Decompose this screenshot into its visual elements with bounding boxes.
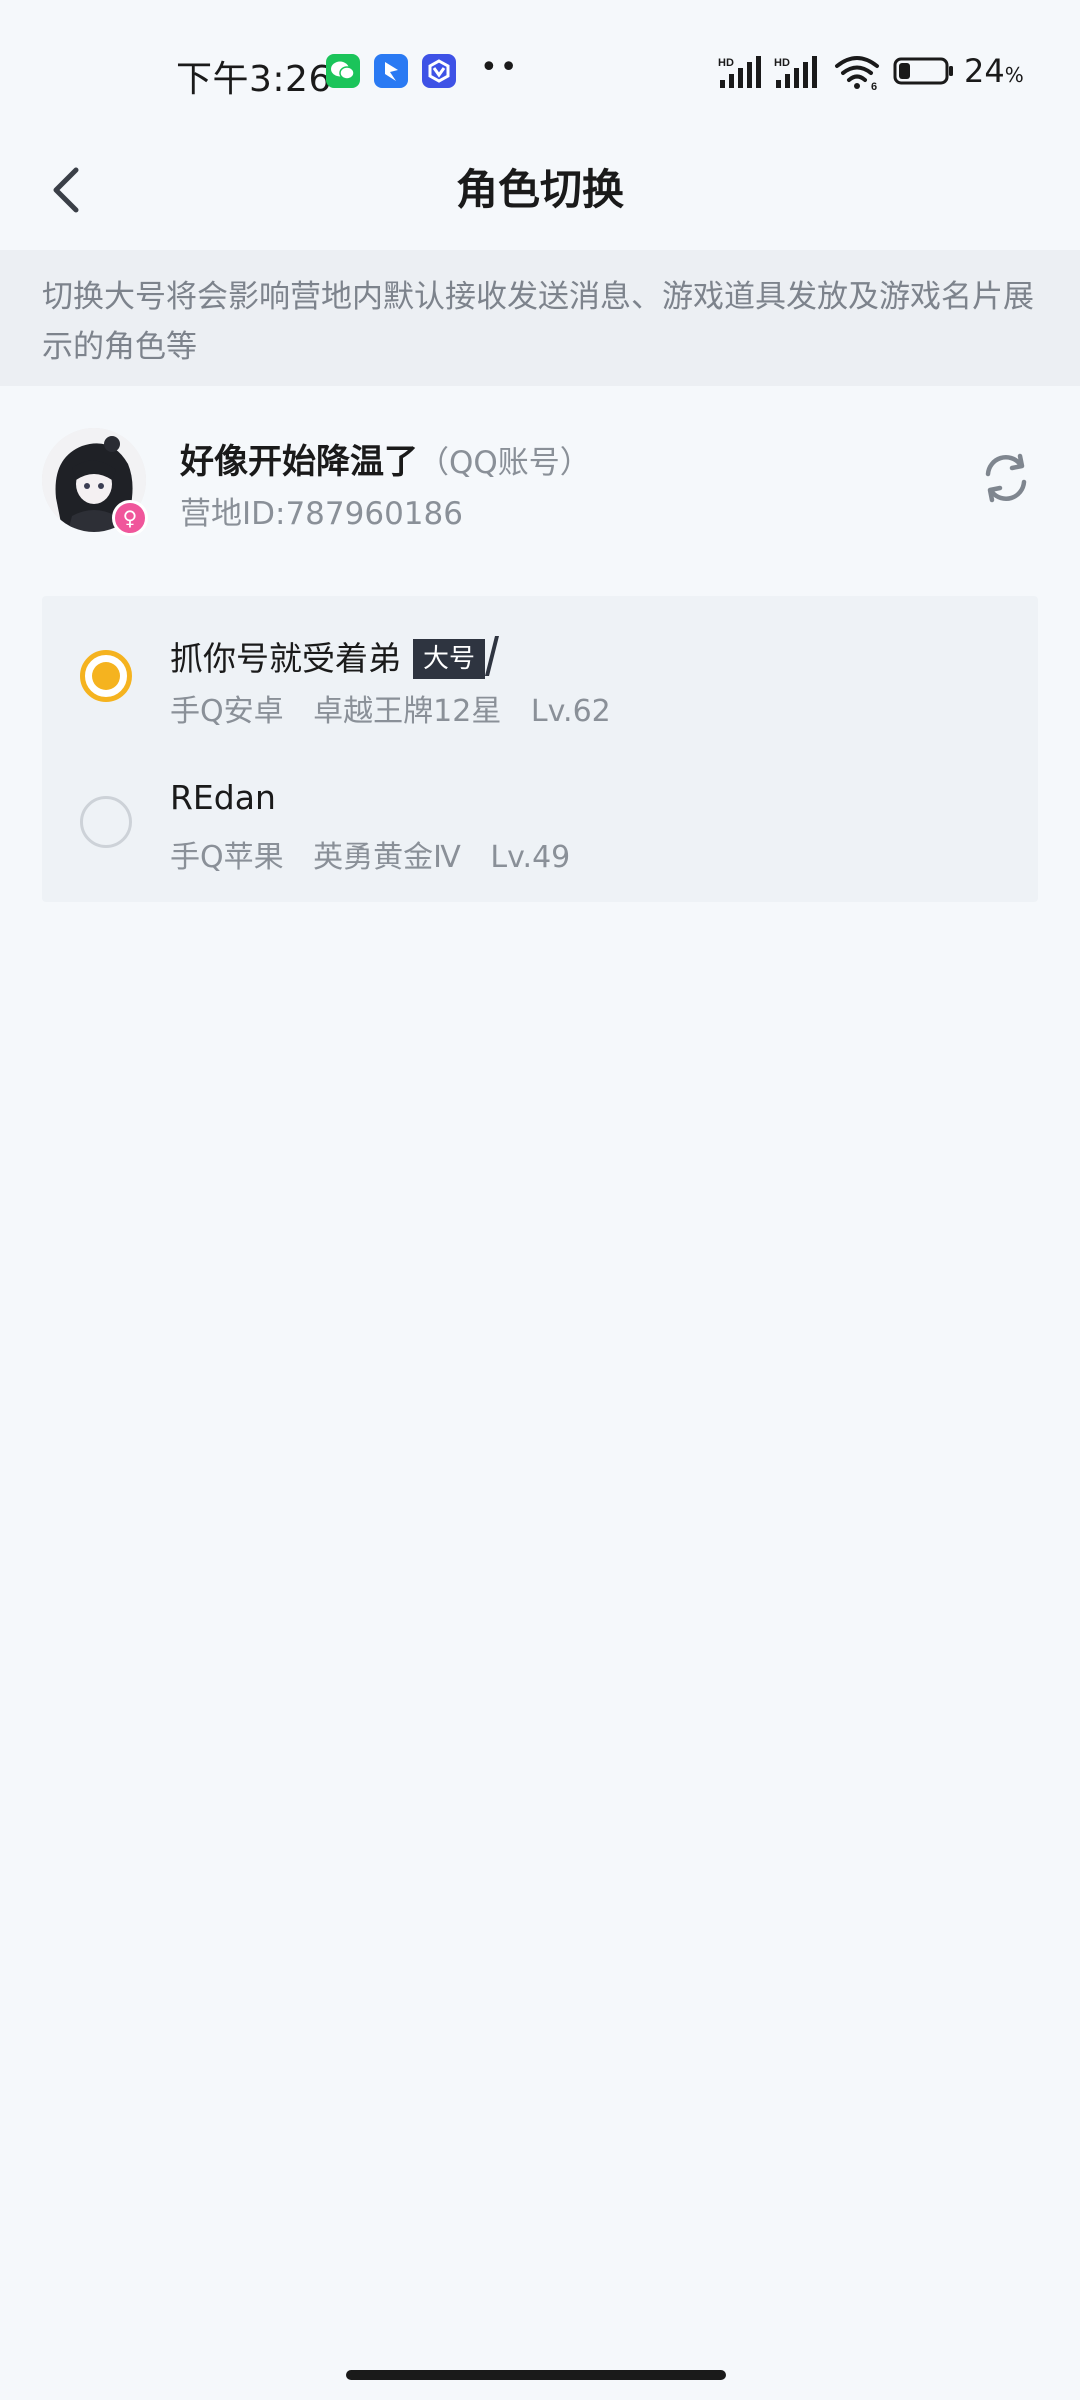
- main-account-badge: 大号: [413, 636, 500, 679]
- gender-female-icon: ♀: [112, 500, 148, 536]
- role-platform: 手Q苹果: [170, 840, 284, 875]
- role-item[interactable]: 抓你号就受着弟 大号 手Q安卓 卓越王牌12星 Lv.62: [42, 596, 1038, 742]
- camp-id: 营地ID:787960186: [180, 496, 463, 532]
- role-item[interactable]: REdan 手Q苹果 英勇黄金Ⅳ Lv.49: [42, 742, 1038, 888]
- role-rank: 卓越王牌12星: [313, 694, 502, 729]
- badge-slash-icon: [485, 636, 500, 676]
- network-label: HD: [718, 57, 734, 69]
- radio-unselected[interactable]: [80, 796, 132, 848]
- account-type: （QQ账号）: [418, 445, 591, 481]
- blue-app-icon: [374, 54, 408, 88]
- role-meta: 手Q安卓 卓越王牌12星 Lv.62: [170, 686, 631, 730]
- cellular-signal-icon: HD: [774, 56, 817, 88]
- refresh-icon: [985, 453, 1027, 503]
- role-platform: 手Q安卓: [170, 694, 284, 729]
- page-title: 角色切换: [455, 165, 624, 214]
- roles-list: 抓你号就受着弟 大号 手Q安卓 卓越王牌12星 Lv.62 REdan 手Q苹果…: [42, 596, 1038, 902]
- role-level: Lv.49: [490, 840, 571, 875]
- role-level: Lv.62: [530, 694, 611, 729]
- role-name-line: REdan: [170, 778, 276, 817]
- role-meta: 手Q苹果 英勇黄金Ⅳ Lv.49: [170, 832, 590, 876]
- role-name-line: 抓你号就受着弟 大号: [170, 632, 500, 680]
- status-bar: 下午3:26 •• HD HD 6 24%: [0, 0, 1080, 140]
- wifi-icon: 6: [835, 56, 879, 90]
- role-name: REdan: [170, 778, 276, 817]
- more-notifications-icon: ••: [480, 50, 520, 85]
- radio-selected[interactable]: [80, 650, 132, 702]
- status-time: 下午3:26: [176, 59, 332, 100]
- account-row: ♀ 好像开始降温了（QQ账号） 营地ID:787960186: [0, 420, 1080, 544]
- account-name: 好像开始降温了: [180, 442, 418, 482]
- blue-app-icon: [422, 54, 456, 88]
- role-name: 抓你号就受着弟: [170, 639, 401, 678]
- nav-bar: 角色切换: [0, 140, 1080, 252]
- home-indicator[interactable]: [346, 2370, 726, 2380]
- wifi-label: 6: [871, 81, 877, 90]
- battery-icon: [893, 57, 953, 85]
- battery-level-fill: [899, 63, 910, 79]
- cellular-signal-icon: HD: [718, 56, 761, 88]
- battery-percentage: 24%: [964, 52, 1024, 90]
- switch-notice: 切换大号将会影响营地内默认接收发送消息、游戏道具发放及游戏名片展示的角色等: [0, 250, 1080, 386]
- network-label: HD: [774, 57, 790, 69]
- role-rank: 英勇黄金Ⅳ: [313, 840, 461, 875]
- account-name-line: 好像开始降温了（QQ账号）: [180, 434, 591, 483]
- wechat-icon: [326, 54, 360, 88]
- refresh-button[interactable]: [976, 448, 1036, 508]
